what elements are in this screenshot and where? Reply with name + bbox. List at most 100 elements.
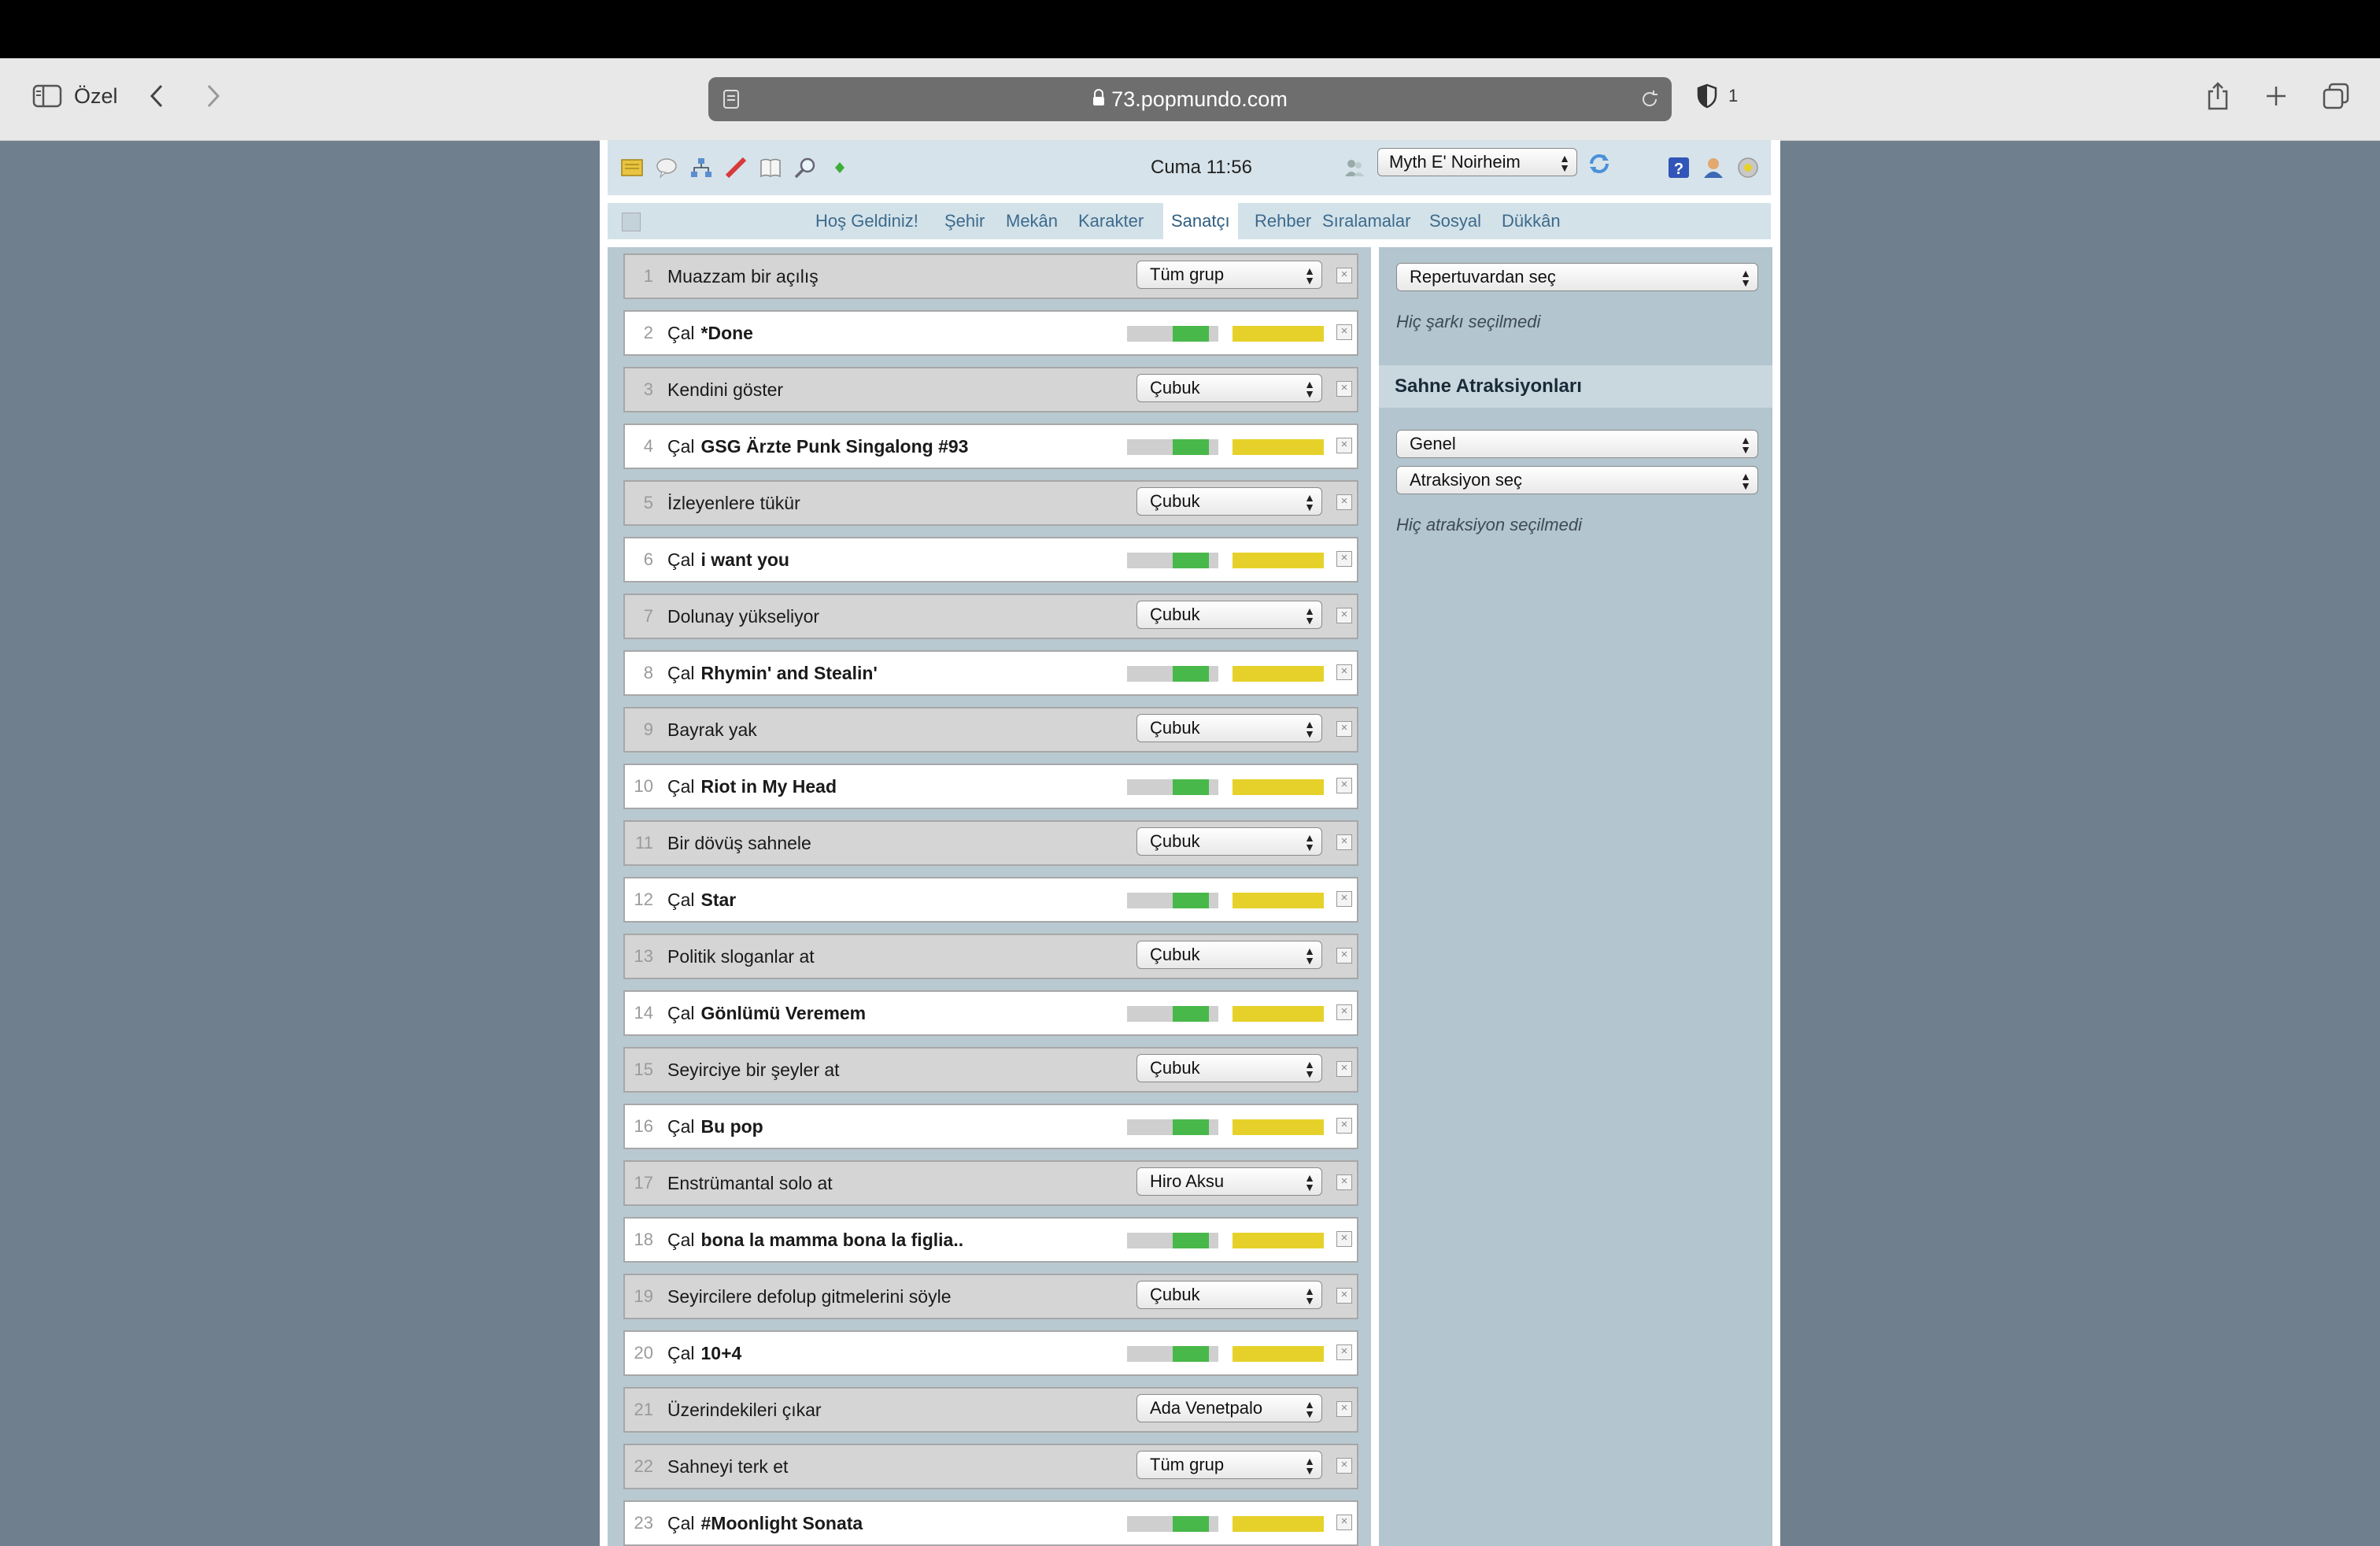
- switch-character-icon[interactable]: [1587, 151, 1610, 175]
- remove-row-icon[interactable]: ×: [1336, 381, 1352, 397]
- sidebar-toggle-icon[interactable]: [31, 80, 63, 112]
- song-title[interactable]: Star: [701, 890, 737, 911]
- repertoire-select[interactable]: Repertuvardan seç ▲ ▼: [1396, 263, 1758, 291]
- remove-row-icon[interactable]: ×: [1336, 1061, 1352, 1077]
- song-title[interactable]: GSG Ärzte Punk Singalong #93: [701, 436, 969, 457]
- remove-row-icon[interactable]: ×: [1336, 1344, 1352, 1360]
- chat-bubble-icon[interactable]: [655, 156, 678, 179]
- remove-row-icon[interactable]: ×: [1336, 891, 1352, 907]
- nav-character[interactable]: Karakter: [1070, 203, 1151, 239]
- setlist-action-row[interactable]: 7 Dolunay yükseliyor Çubuk ▲ ▼ ×: [623, 594, 1358, 639]
- setlist-action-row[interactable]: 15 Seyirciye bir şeyler at Çubuk ▲ ▼ ×: [623, 1047, 1358, 1093]
- setlist-action-row[interactable]: 5 İzleyenlere tükür Çubuk ▲ ▼ ×: [623, 480, 1358, 526]
- remove-row-icon[interactable]: ×: [1336, 1118, 1352, 1134]
- performer-select[interactable]: Çubuk ▲ ▼: [1136, 827, 1322, 856]
- song-title[interactable]: Riot in My Head: [701, 776, 837, 797]
- setlist-action-row[interactable]: 9 Bayrak yak Çubuk ▲ ▼ ×: [623, 707, 1358, 753]
- nav-city[interactable]: Şehir: [937, 203, 992, 239]
- green-gem-icon[interactable]: [828, 156, 852, 179]
- setlist-action-row[interactable]: 1 Muazzam bir açılış Tüm grup ▲ ▼ ×: [623, 253, 1358, 299]
- remove-row-icon[interactable]: ×: [1336, 438, 1352, 453]
- share-icon[interactable]: [2202, 79, 2234, 113]
- settings-icon[interactable]: [1736, 156, 1760, 179]
- private-profile-label[interactable]: Özel: [74, 80, 118, 112]
- setlist-song-row[interactable]: 23 Çal #Moonlight Sonata ×: [623, 1500, 1358, 1546]
- remove-row-icon[interactable]: ×: [1336, 268, 1352, 283]
- remove-row-icon[interactable]: ×: [1336, 664, 1352, 680]
- new-tab-icon[interactable]: [2260, 80, 2292, 112]
- performer-select[interactable]: Tüm grup ▲ ▼: [1136, 1451, 1322, 1479]
- setlist-action-row[interactable]: 13 Politik sloganlar at Çubuk ▲ ▼ ×: [623, 934, 1358, 979]
- setlist-song-row[interactable]: 20 Çal 10+4 ×: [623, 1330, 1358, 1376]
- reload-icon[interactable]: [1637, 87, 1662, 112]
- setlist-song-row[interactable]: 4 Çal GSG Ärzte Punk Singalong #93 ×: [623, 423, 1358, 469]
- attraction-category-select[interactable]: Genel ▲ ▼: [1396, 430, 1758, 458]
- nav-rankings[interactable]: Sıralamalar: [1314, 203, 1418, 239]
- setlist-song-row[interactable]: 12 Çal Star ×: [623, 877, 1358, 923]
- performer-select[interactable]: Çubuk ▲ ▼: [1136, 1281, 1322, 1309]
- remove-row-icon[interactable]: ×: [1336, 494, 1352, 510]
- remove-row-icon[interactable]: ×: [1336, 1458, 1352, 1474]
- setlist-action-row[interactable]: 3 Kendini göster Çubuk ▲ ▼ ×: [623, 367, 1358, 412]
- nav-guide[interactable]: Rehber: [1247, 203, 1319, 239]
- performer-select[interactable]: Ada Venetpalo ▲ ▼: [1136, 1394, 1322, 1422]
- remove-row-icon[interactable]: ×: [1336, 721, 1352, 737]
- help-icon[interactable]: ?: [1667, 156, 1691, 179]
- setlist-action-row[interactable]: 11 Bir dövüş sahnele Çubuk ▲ ▼ ×: [623, 820, 1358, 866]
- back-icon[interactable]: [145, 80, 168, 112]
- setlist-song-row[interactable]: 18 Çal bona la mamma bona la figlia.. ×: [623, 1217, 1358, 1263]
- remove-row-icon[interactable]: ×: [1336, 324, 1352, 340]
- setlist-song-row[interactable]: 2 Çal *Done ×: [623, 310, 1358, 356]
- remove-row-icon[interactable]: ×: [1336, 834, 1352, 850]
- song-title[interactable]: i want you: [701, 549, 789, 571]
- nav-venue[interactable]: Mekân: [998, 203, 1066, 239]
- remove-row-icon[interactable]: ×: [1336, 1174, 1352, 1190]
- setlist-action-row[interactable]: 19 Seyircilere defolup gitmelerini söyle Ç…: [623, 1274, 1358, 1319]
- nav-home-icon[interactable]: [622, 213, 641, 231]
- performer-select[interactable]: Çubuk ▲ ▼: [1136, 1054, 1322, 1082]
- book-icon[interactable]: [759, 156, 782, 179]
- setlist-song-row[interactable]: 6 Çal i want you ×: [623, 537, 1358, 583]
- remove-row-icon[interactable]: ×: [1336, 608, 1352, 623]
- network-icon[interactable]: [689, 156, 713, 179]
- performer-select[interactable]: Çubuk ▲ ▼: [1136, 374, 1322, 402]
- setlist-song-row[interactable]: 14 Çal Gönlümü Veremem ×: [623, 990, 1358, 1036]
- tab-overview-icon[interactable]: [2320, 80, 2352, 112]
- remove-row-icon[interactable]: ×: [1336, 551, 1352, 567]
- forward-icon[interactable]: [201, 80, 225, 112]
- remove-row-icon[interactable]: ×: [1336, 1004, 1352, 1020]
- remove-row-icon[interactable]: ×: [1336, 948, 1352, 963]
- people-icon[interactable]: [1343, 156, 1366, 179]
- shield-icon[interactable]: [1694, 80, 1720, 112]
- notes-icon[interactable]: [620, 156, 644, 179]
- song-title[interactable]: bona la mamma bona la figlia..: [701, 1230, 964, 1251]
- performer-select[interactable]: Tüm grup ▲ ▼: [1136, 261, 1322, 289]
- setlist-action-row[interactable]: 21 Üzerindekileri çıkar Ada Venetpalo ▲ ▼ ×: [623, 1387, 1358, 1433]
- nav-welcome[interactable]: Hoş Geldiniz!: [808, 203, 926, 239]
- setlist-action-row[interactable]: 17 Enstrümantal solo at Hiro Aksu ▲ ▼ ×: [623, 1160, 1358, 1206]
- address-bar[interactable]: 73.popmundo.com: [708, 77, 1672, 121]
- performer-select[interactable]: Çubuk ▲ ▼: [1136, 714, 1322, 742]
- setlist-action-row[interactable]: 22 Sahneyi terk et Tüm grup ▲ ▼ ×: [623, 1444, 1358, 1489]
- song-title[interactable]: #Moonlight Sonata: [701, 1513, 863, 1534]
- remove-row-icon[interactable]: ×: [1336, 1515, 1352, 1530]
- setlist-song-row[interactable]: 10 Çal Riot in My Head ×: [623, 764, 1358, 809]
- song-title[interactable]: 10+4: [701, 1343, 742, 1364]
- song-title[interactable]: Bu pop: [701, 1116, 763, 1137]
- magnifier-icon[interactable]: [793, 156, 817, 179]
- song-title[interactable]: Gönlümü Veremem: [701, 1003, 867, 1024]
- setlist-song-row[interactable]: 16 Çal Bu pop ×: [623, 1104, 1358, 1149]
- song-title[interactable]: *Done: [701, 323, 753, 344]
- remove-row-icon[interactable]: ×: [1336, 1288, 1352, 1304]
- song-title[interactable]: Rhymin' and Stealin': [701, 663, 878, 684]
- pencil-icon[interactable]: [724, 156, 748, 179]
- performer-select[interactable]: Çubuk ▲ ▼: [1136, 941, 1322, 969]
- remove-row-icon[interactable]: ×: [1336, 1401, 1352, 1417]
- profile-icon[interactable]: [1702, 156, 1725, 179]
- nav-shop[interactable]: Dükkân: [1494, 203, 1569, 239]
- setlist-song-row[interactable]: 8 Çal Rhymin' and Stealin' ×: [623, 650, 1358, 696]
- remove-row-icon[interactable]: ×: [1336, 778, 1352, 793]
- remove-row-icon[interactable]: ×: [1336, 1231, 1352, 1247]
- attraction-select[interactable]: Atraksiyon seç ▲ ▼: [1396, 466, 1758, 494]
- character-select[interactable]: Myth E' Noirheim ▲ ▼: [1377, 148, 1577, 176]
